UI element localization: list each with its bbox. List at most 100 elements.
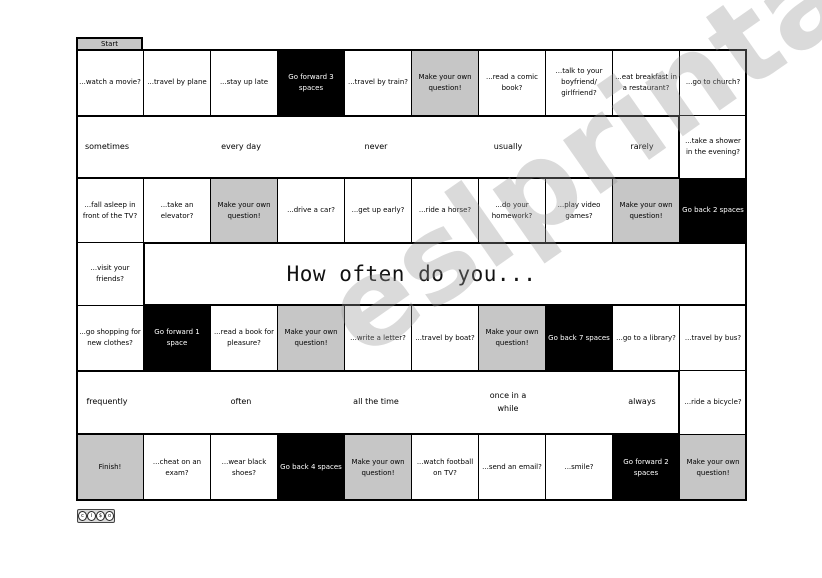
board-square-text: ...smile? bbox=[564, 463, 594, 471]
board-square: ...send an email? bbox=[478, 434, 546, 501]
board-square: Make your own question! bbox=[210, 178, 278, 243]
board-square: ...eat breakfast in a restaurant? bbox=[612, 49, 680, 116]
board-square: ...take an elevator? bbox=[143, 178, 211, 243]
board-square: Go back 2 spaces bbox=[679, 178, 747, 243]
board-square: ...wear black shoes? bbox=[210, 434, 278, 501]
board-square-text: ...travel by train? bbox=[347, 78, 409, 86]
cc-icon: c bbox=[78, 511, 87, 521]
board-square: Make your own question! bbox=[478, 305, 546, 371]
board-square-text: ...go shopping for new clothes? bbox=[79, 328, 141, 347]
board-square-text: Make your own question! bbox=[418, 72, 472, 92]
board-square-text: ...talk to your boyfriend/ girlfriend? bbox=[555, 67, 603, 97]
board-square: ...talk to your boyfriend/ girlfriend? bbox=[545, 49, 613, 116]
board-square: Go back 4 spaces bbox=[277, 434, 345, 501]
board-square: ...do your homework? bbox=[478, 178, 546, 243]
board-square: ...play video games? bbox=[545, 178, 613, 243]
board-square: ...take a shower in the evening? bbox=[679, 115, 747, 179]
board-square-text: ...cheat on an exam? bbox=[152, 457, 202, 477]
board-square-text: ...send an email? bbox=[482, 463, 542, 471]
board-square-text: ...stay up late bbox=[219, 78, 269, 86]
frequency-adverb: once in a while bbox=[489, 391, 527, 413]
board-square: ...watch football on TV? bbox=[411, 434, 479, 501]
board-square-text: ...travel by bus? bbox=[684, 333, 742, 342]
board-square-text: ...go to a library? bbox=[616, 333, 676, 342]
board-square: Make your own question! bbox=[679, 434, 747, 501]
start-label: Start bbox=[76, 37, 143, 49]
board-square: ...drive a car? bbox=[277, 178, 345, 243]
board-square-text: ...ride a bicycle? bbox=[684, 398, 742, 406]
board-square-text: Finish! bbox=[98, 463, 122, 471]
frequency-adverb: usually bbox=[493, 141, 523, 151]
frequency-adverb: always bbox=[628, 397, 656, 406]
board-square: ...fall asleep in front of the TV? bbox=[76, 178, 144, 243]
board-square: ...travel by plane bbox=[143, 49, 211, 116]
board-square-text: ...travel by plane bbox=[147, 78, 207, 86]
board-square-text: ...visit your friends? bbox=[90, 264, 130, 283]
frequency-adverb: every day bbox=[221, 141, 261, 151]
board-square: ...go shopping for new clothes? bbox=[76, 305, 144, 371]
board-square-text: ...watch a movie? bbox=[79, 78, 141, 86]
board-square: Go forward 3 spaces bbox=[277, 49, 345, 116]
board-square: Make your own question! bbox=[344, 434, 412, 501]
board-square: ...watch a movie? bbox=[76, 49, 144, 116]
board-square: ...go to a library? bbox=[612, 305, 680, 371]
board-square: Finish! bbox=[76, 434, 144, 501]
frequency-adverb: never bbox=[364, 141, 388, 151]
board-square: ...travel by boat? bbox=[411, 305, 479, 371]
board-square: ...ride a bicycle? bbox=[679, 370, 747, 435]
worksheet-title: How often do you... bbox=[286, 261, 537, 286]
board-square-text: ...read a comic book? bbox=[486, 72, 538, 92]
board-square-text: ...play video games? bbox=[557, 200, 601, 220]
board-game-worksheet: Start ...watch a movie? ...travel by plan… bbox=[0, 0, 822, 578]
board-square-text: Go forward 2 spaces bbox=[623, 457, 669, 477]
frequency-adverb: often bbox=[230, 397, 252, 406]
board-square: Make your own question! bbox=[612, 178, 680, 243]
frequency-adverb: rarely bbox=[630, 141, 654, 151]
sa-icon: o bbox=[105, 511, 114, 521]
board-square-text: ...watch football on TV? bbox=[416, 457, 474, 477]
board-square-text: Go back 2 spaces bbox=[682, 206, 744, 214]
board-square: Go forward 2 spaces bbox=[612, 434, 680, 501]
board-square-text: ...write a letter? bbox=[350, 333, 406, 342]
board-square-text: Go back 7 spaces bbox=[548, 333, 610, 342]
board-square-text: Go forward 1 space bbox=[154, 328, 200, 347]
board-square-text: Make your own question! bbox=[284, 328, 338, 347]
board-square: Go forward 1 space bbox=[143, 305, 211, 371]
board-square-text: Make your own question! bbox=[217, 200, 271, 220]
frequency-adverb: all the time bbox=[353, 397, 399, 406]
board-square: ...go to church? bbox=[679, 49, 747, 116]
board-square-text: Go forward 3 spaces bbox=[288, 72, 334, 92]
board-square-text: Make your own question! bbox=[686, 457, 740, 477]
board-square: ...visit your friends? bbox=[76, 242, 144, 306]
board-square: ...stay up late bbox=[210, 49, 278, 116]
board-square: ...travel by bus? bbox=[679, 305, 747, 371]
creative-commons-license-icon: c i $ o bbox=[77, 509, 115, 523]
board-square-text: ...fall asleep in front of the TV? bbox=[82, 200, 138, 220]
frequency-adverb: frequently bbox=[86, 397, 128, 406]
board-square: ...write a letter? bbox=[344, 305, 412, 371]
board-square-text: ...wear black shoes? bbox=[221, 457, 267, 477]
board-square-text: Make your own question! bbox=[351, 457, 405, 477]
board-square: ...cheat on an exam? bbox=[143, 434, 211, 501]
board-square: ...get up early? bbox=[344, 178, 412, 243]
board-square: ...read a comic book? bbox=[478, 49, 546, 116]
board-square-text: ...ride a horse? bbox=[418, 206, 472, 214]
board-square-text: ...get up early? bbox=[351, 206, 405, 214]
board-square-text: ...read a book for pleasure? bbox=[213, 328, 275, 347]
board-square: Make your own question! bbox=[411, 49, 479, 116]
board-square: Make your own question! bbox=[277, 305, 345, 371]
board-square: Go back 7 spaces bbox=[545, 305, 613, 371]
board-square-text: Make your own question! bbox=[485, 328, 539, 347]
board-square-text: Make your own question! bbox=[619, 200, 673, 220]
by-icon: i bbox=[87, 511, 96, 521]
board-square-text: ...take a shower in the evening? bbox=[685, 137, 741, 156]
board-square-text: ...eat breakfast in a restaurant? bbox=[615, 72, 677, 92]
board-square: ...smile? bbox=[545, 434, 613, 501]
board-square-text: ...drive a car? bbox=[287, 206, 335, 214]
board-square-text: ...take an elevator? bbox=[160, 200, 194, 220]
board-square-text: ...go to church? bbox=[685, 78, 741, 86]
board-square-text: ...travel by boat? bbox=[415, 333, 475, 342]
board-square: ...read a book for pleasure? bbox=[210, 305, 278, 371]
board-square-text: Go back 4 spaces bbox=[280, 463, 342, 471]
frequency-adverb: sometimes bbox=[84, 141, 130, 151]
